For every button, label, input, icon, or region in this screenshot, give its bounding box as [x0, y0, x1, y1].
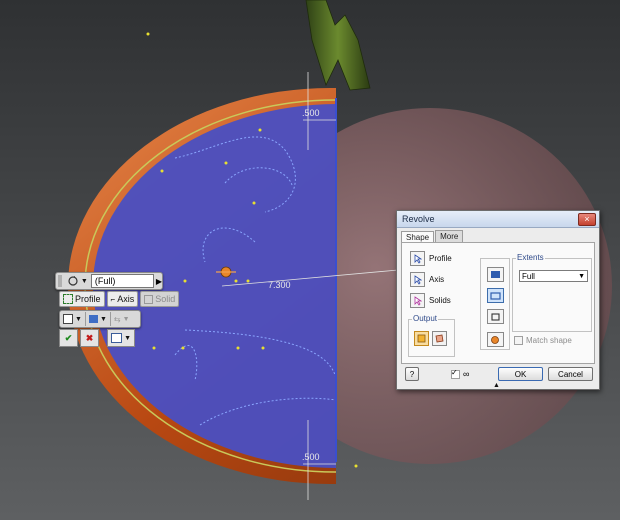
- dimension-bottom-label: .500: [302, 452, 320, 462]
- extents-group: Extents Full ▼: [512, 253, 592, 332]
- revolve-dialog: Revolve × Shape More Profile Axis Solids…: [396, 210, 600, 390]
- revolve-icon: [68, 276, 78, 286]
- drag-handle[interactable]: [58, 275, 62, 287]
- chevron-down-icon: ▼: [99, 315, 107, 323]
- mini-toolbar-selectors: Profile ⌐ Axis Solid: [59, 291, 185, 307]
- help-icon: ?: [409, 369, 415, 379]
- ok-check-button[interactable]: ✔: [59, 329, 79, 347]
- solids-cursor-icon: [410, 293, 425, 308]
- new-solid-button[interactable]: [487, 332, 504, 347]
- x-icon: ✖: [85, 332, 94, 343]
- extents-dropdown-value: Full: [522, 271, 535, 281]
- join-icon: [88, 315, 98, 323]
- axis-cursor-icon: [410, 272, 425, 287]
- output-type-button[interactable]: ▼: [60, 311, 85, 327]
- new-solid-icon: [491, 336, 499, 344]
- dialog-footer: ? ✓ ∞ OK Cancel: [401, 367, 593, 383]
- match-shape-option[interactable]: Match shape: [514, 336, 572, 345]
- ok-button-label: OK: [514, 369, 527, 379]
- dimension-top-label: .500: [302, 108, 320, 118]
- output-surface-button[interactable]: [432, 331, 447, 346]
- solid-output-icon: [63, 314, 73, 324]
- profile-cursor-icon: [410, 251, 425, 266]
- glasses-icon: ∞: [463, 369, 470, 379]
- cancel-x-button[interactable]: ✖: [80, 329, 100, 347]
- help-button[interactable]: ?: [405, 367, 419, 381]
- check-icon: ✓: [451, 367, 458, 377]
- intersect-icon: [491, 313, 500, 321]
- dashed-select-icon: [63, 294, 73, 304]
- chevron-down-icon: ▼: [578, 272, 585, 280]
- solid-icon: [144, 294, 154, 304]
- cut-button[interactable]: [487, 288, 504, 303]
- dialog-title: Revolve: [402, 214, 435, 224]
- output-solid-button[interactable]: [414, 331, 429, 346]
- profile-selector-label: Profile: [429, 254, 452, 263]
- cut-icon: [490, 292, 501, 300]
- solid-select-label: Solid: [155, 294, 176, 304]
- dialog-titlebar[interactable]: Revolve ×: [397, 211, 599, 228]
- mini-toolbar-extents: ▼ (Full) ▶: [55, 272, 163, 290]
- solids-selector-label: Solids: [429, 296, 451, 305]
- join-icon: [491, 271, 500, 278]
- output-group-label: Output: [412, 314, 439, 323]
- ok-button[interactable]: OK: [498, 367, 543, 381]
- mini-toolbar-output: ▼ ▼ ⇆ ▼: [59, 310, 141, 328]
- match-shape-checkbox[interactable]: [514, 336, 523, 345]
- cancel-button-label: Cancel: [558, 369, 583, 379]
- chevron-down-icon: ▼: [75, 315, 82, 323]
- chevron-down-icon: ▼: [124, 334, 131, 342]
- axis-selector-label: Axis: [429, 275, 445, 284]
- chevron-right-icon[interactable]: ▶: [156, 277, 162, 286]
- solid-output-icon: [417, 334, 426, 343]
- preview-toggle[interactable]: ✓ ∞: [451, 367, 470, 379]
- dimension-horizontal-label: 7.300: [268, 280, 291, 290]
- operation-group: [480, 258, 510, 350]
- tab-more[interactable]: More: [435, 230, 464, 242]
- output-group: Output: [408, 314, 455, 357]
- axis-select-label: Axis: [117, 294, 135, 304]
- axis-selector[interactable]: Axis: [410, 272, 444, 287]
- profile-select-button[interactable]: Profile: [59, 291, 105, 307]
- axis-select-button[interactable]: ⌐ Axis: [106, 291, 139, 307]
- extents-dropdown[interactable]: Full ▼: [519, 270, 588, 282]
- solids-selector[interactable]: Solids: [410, 293, 451, 308]
- preview-checkbox[interactable]: ✓: [451, 367, 460, 379]
- work-point: [146, 32, 150, 36]
- table-icon: [111, 333, 123, 343]
- intersect-button[interactable]: [487, 309, 504, 324]
- axis-icon: ⌐: [110, 294, 116, 304]
- join-button[interactable]: [487, 267, 504, 282]
- operation-button[interactable]: ▼: [86, 311, 110, 327]
- flip-icon: ⇆: [113, 314, 121, 324]
- match-shape-label: Match shape: [526, 336, 572, 345]
- extents-mode-select[interactable]: (Full): [90, 274, 154, 288]
- extents-group-label: Extents: [516, 253, 545, 262]
- solid-select-button[interactable]: Solid: [140, 291, 180, 307]
- close-button[interactable]: ×: [578, 212, 596, 226]
- options-menu-button[interactable]: ▼: [107, 329, 135, 347]
- shape-panel: Profile Axis Solids Output Extents Full …: [401, 242, 595, 364]
- chevron-down-icon: ▼: [122, 315, 130, 323]
- extents-mode-value: (Full): [94, 276, 116, 286]
- surface-output-icon: [435, 334, 444, 343]
- profile-selector[interactable]: Profile: [410, 251, 452, 266]
- work-point: [354, 464, 358, 468]
- profile-select-label: Profile: [75, 294, 101, 304]
- flip-button[interactable]: ⇆ ▼: [111, 311, 133, 327]
- close-icon: ×: [584, 213, 590, 224]
- extents-mode-button[interactable]: ▼: [64, 273, 91, 289]
- check-icon: ✔: [64, 332, 73, 343]
- chevron-down-icon: ▼: [80, 277, 88, 285]
- expand-arrow-icon[interactable]: ▲: [493, 382, 500, 389]
- mini-toolbar-commit: ✔ ✖ ▼: [59, 329, 135, 347]
- cancel-button[interactable]: Cancel: [548, 367, 593, 381]
- stem-model: [305, 0, 371, 91]
